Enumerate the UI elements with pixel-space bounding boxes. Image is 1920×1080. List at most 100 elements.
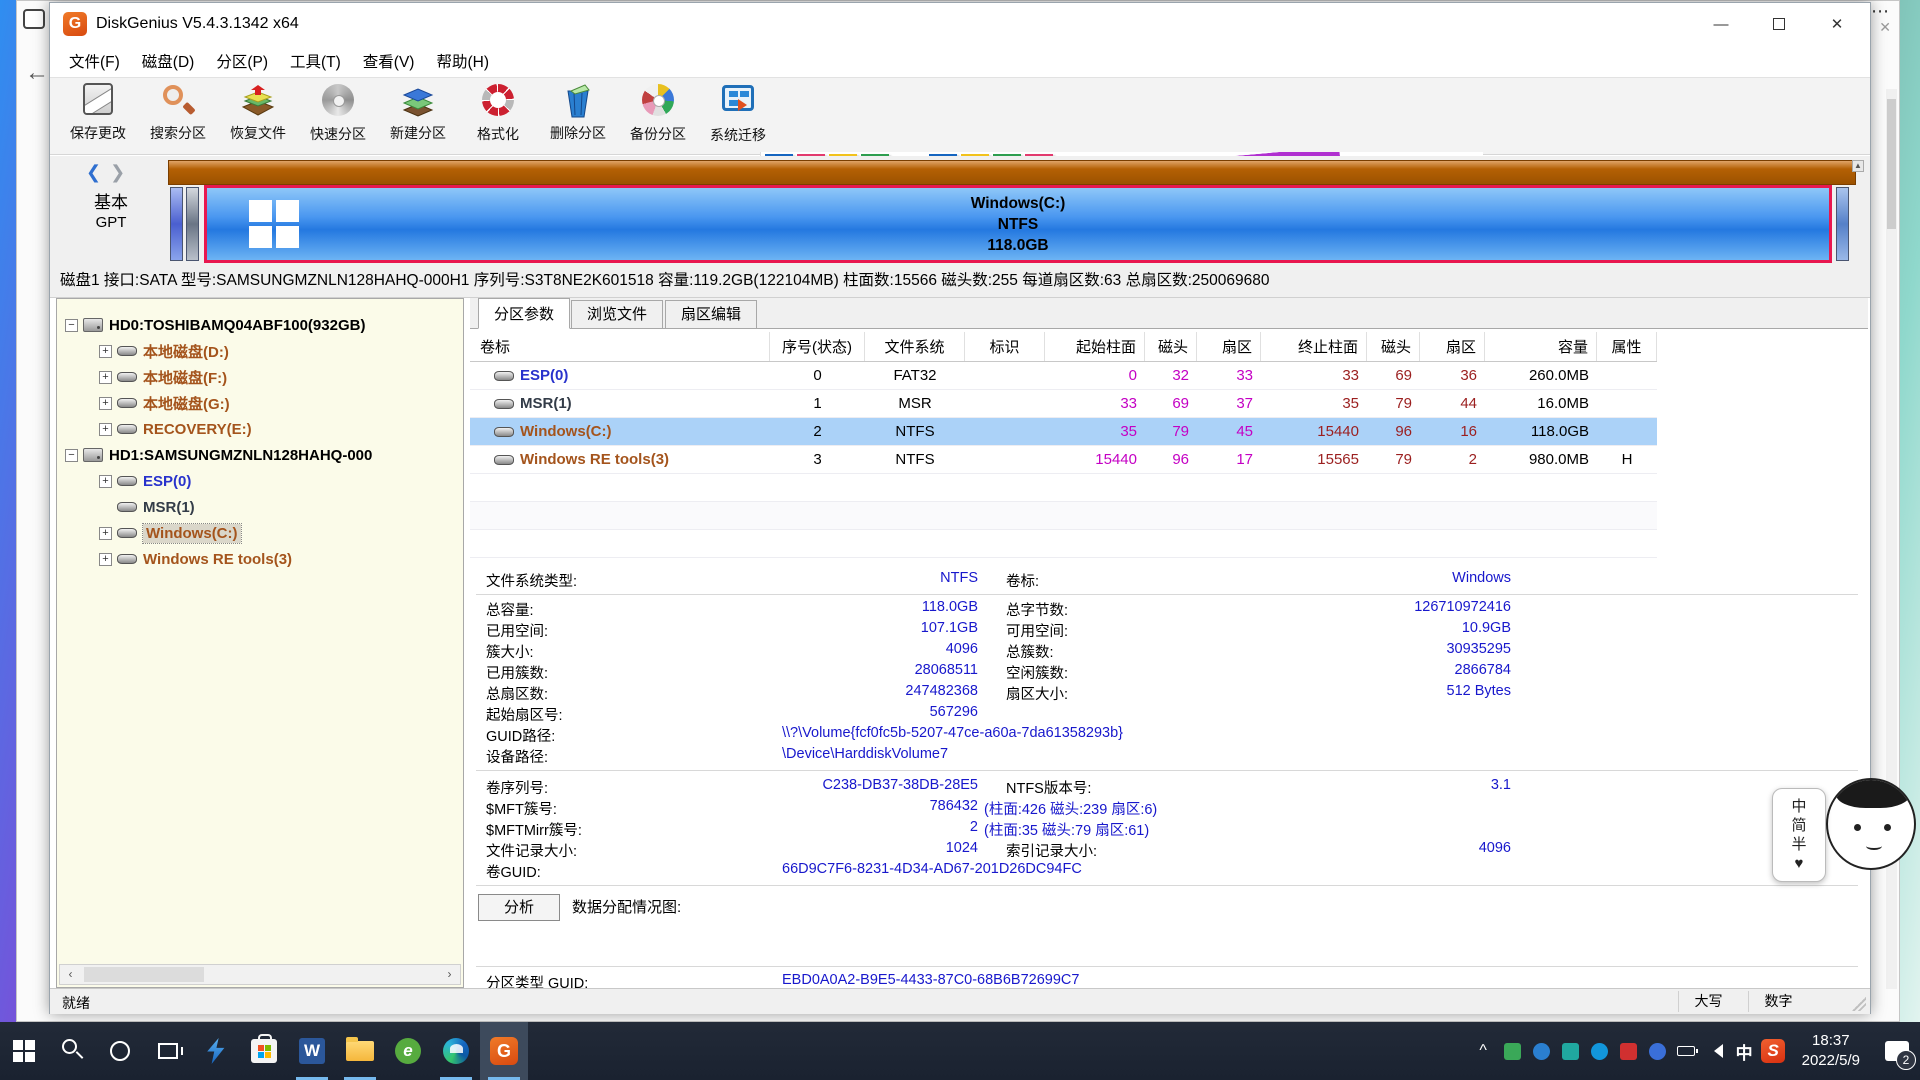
system-migrate-button[interactable]: 系统迁移	[698, 81, 778, 153]
partition-esp-bar[interactable]	[170, 187, 183, 261]
collapse-icon[interactable]: −	[65, 319, 78, 332]
browser-360-app[interactable]: e	[384, 1022, 432, 1080]
disk-scroll-up-icon[interactable]: ▲	[1852, 160, 1864, 172]
edge-app[interactable]	[432, 1022, 480, 1080]
taskbar-clock[interactable]: 18:37 2022/5/9	[1788, 1031, 1874, 1071]
status-caps: 大写	[1678, 991, 1738, 1012]
expand-icon[interactable]: +	[99, 475, 112, 488]
tree-horizontal-scrollbar[interactable]: ‹ ›	[59, 964, 461, 985]
partition-windows-bar[interactable]: Windows(C:) NTFS 118.0GB	[204, 185, 1832, 263]
expand-icon[interactable]: +	[99, 397, 112, 410]
format-button[interactable]: 格式化	[458, 81, 538, 153]
cortana-button[interactable]	[96, 1022, 144, 1080]
disk-next-icon[interactable]: ❯	[110, 162, 125, 182]
delete-partition-button[interactable]: 删除分区	[538, 81, 618, 153]
save-changes-button[interactable]: 保存更改	[58, 81, 138, 153]
scrollbar-thumb[interactable]	[84, 967, 204, 982]
menu-partition[interactable]: 分区(P)	[205, 46, 279, 76]
menu-help[interactable]: 帮助(H)	[425, 46, 500, 76]
edge-icon	[443, 1038, 469, 1064]
start-button[interactable]	[0, 1022, 48, 1080]
partition-icon	[117, 372, 137, 382]
notification-center[interactable]: 2	[1874, 1022, 1920, 1080]
menu-file[interactable]: 文件(F)	[58, 46, 131, 76]
partition-table: 卷标 序号(状态) 文件系统 标识 起始柱面 磁头 扇区 终止柱面 磁头 扇区 …	[470, 332, 1657, 558]
close-button[interactable]: ✕	[1808, 3, 1866, 45]
detail-value: Windows	[1150, 570, 1511, 586]
ime-status-panel[interactable]: 中 简 半 ♥	[1772, 788, 1826, 882]
tree-item-disk-f[interactable]: + 本地磁盘(F:)	[57, 364, 463, 390]
expand-icon[interactable]: +	[99, 371, 112, 384]
status-num: 数字	[1748, 991, 1808, 1012]
disk-strip[interactable]	[168, 160, 1856, 185]
partition-winre-bar[interactable]	[1836, 187, 1849, 261]
quick-partition-button[interactable]: 快速分区	[298, 81, 378, 153]
table-row-esp[interactable]: ESP(0) 0 FAT32 0 32 33 33 69 36 260.0MB	[470, 362, 1657, 390]
taskbar-search[interactable]	[48, 1022, 96, 1080]
tree-item-recovery-e[interactable]: + RECOVERY(E:)	[57, 416, 463, 442]
partition-fs: NTFS	[971, 214, 1066, 235]
tree-item-winre[interactable]: + Windows RE tools(3)	[57, 546, 463, 572]
clock-date: 2022/5/9	[1802, 1051, 1860, 1071]
search-partition-button[interactable]: 搜索分区	[138, 81, 218, 153]
partition-icon	[117, 528, 137, 538]
folder-icon	[346, 1041, 374, 1061]
expand-icon[interactable]: +	[99, 345, 112, 358]
backup-partition-button[interactable]: 备份分区	[618, 81, 698, 153]
browser-close-icon[interactable]: ✕	[1879, 19, 1891, 36]
tree-item-esp[interactable]: + ESP(0)	[57, 468, 463, 494]
browser-tab-icon[interactable]	[23, 9, 45, 29]
window-title: DiskGenius V5.4.3.1342 x64	[96, 3, 299, 45]
expand-icon[interactable]: +	[99, 423, 112, 436]
expand-icon[interactable]: +	[99, 527, 112, 540]
tree-item-hd1[interactable]: − HD1:SAMSUNGMZNLN128HAHQ-000	[57, 442, 463, 468]
table-row-windows-selected[interactable]: Windows(C:) 2 NTFS 35 79 45 15440 96 16 …	[470, 418, 1657, 446]
partition-icon	[494, 399, 514, 409]
tab-sector-edit[interactable]: 扇区编辑	[665, 300, 757, 329]
sogou-icon[interactable]: S	[1759, 1022, 1788, 1080]
file-explorer-app[interactable]	[336, 1022, 384, 1080]
tree-item-disk-d[interactable]: + 本地磁盘(D:)	[57, 338, 463, 364]
ime-indicator[interactable]: 中	[1730, 1022, 1759, 1080]
tray-qq-icon[interactable]	[1585, 1022, 1614, 1080]
tree-item-disk-g[interactable]: + 本地磁盘(G:)	[57, 390, 463, 416]
tree-item-windows-c[interactable]: + Windows(C:)	[57, 520, 463, 546]
recover-files-button[interactable]: 恢复文件	[218, 81, 298, 153]
tab-browse-files[interactable]: 浏览文件	[571, 300, 663, 329]
tray-blue-icon[interactable]	[1527, 1022, 1556, 1080]
collapse-icon[interactable]: −	[65, 449, 78, 462]
menu-disk[interactable]: 磁盘(D)	[131, 46, 206, 76]
expand-icon[interactable]: +	[99, 553, 112, 566]
disk-prev-icon[interactable]: ❮	[86, 162, 101, 182]
menu-tools[interactable]: 工具(T)	[279, 46, 352, 76]
volume-icon[interactable]	[1701, 1022, 1730, 1080]
hidden-icons-chevron[interactable]: ^	[1469, 1022, 1498, 1080]
diskgenius-app[interactable]: G	[480, 1022, 528, 1080]
resize-grip[interactable]	[1852, 997, 1866, 1011]
analyze-button[interactable]: 分析	[478, 894, 560, 921]
cortana-icon	[110, 1041, 130, 1061]
minimize-button[interactable]: —	[1692, 3, 1750, 45]
browser-back-icon[interactable]: ←	[25, 59, 49, 87]
menu-view[interactable]: 查看(V)	[352, 46, 426, 76]
tree-item-msr[interactable]: MSR(1)	[57, 494, 463, 520]
tab-partition-params[interactable]: 分区参数	[478, 298, 570, 329]
tray-green-icon[interactable]	[1498, 1022, 1527, 1080]
battery-icon[interactable]	[1672, 1022, 1701, 1080]
scroll-left-icon[interactable]: ‹	[60, 965, 81, 984]
word-app[interactable]: W	[288, 1022, 336, 1080]
maximize-button[interactable]	[1750, 3, 1808, 45]
task-view-button[interactable]	[144, 1022, 192, 1080]
tree-item-hd0[interactable]: − HD0:TOSHIBAMQ04ABF100(932GB)	[57, 312, 463, 338]
scroll-right-icon[interactable]: ›	[439, 965, 460, 984]
tray-snowflake-icon[interactable]	[1643, 1022, 1672, 1080]
table-row-msr[interactable]: MSR(1) 1 MSR 33 69 37 35 79 44 16.0MB	[470, 390, 1657, 418]
thunder-app[interactable]	[192, 1022, 240, 1080]
tray-red-icon[interactable]	[1614, 1022, 1643, 1080]
table-row-winre[interactable]: Windows RE tools(3) 3 NTFS 15440 96 17 1…	[470, 446, 1657, 474]
partition-msr-bar[interactable]	[186, 187, 199, 261]
recover-files-icon	[239, 83, 277, 121]
tray-teal-icon[interactable]	[1556, 1022, 1585, 1080]
ms-store-app[interactable]	[240, 1022, 288, 1080]
new-partition-button[interactable]: 新建分区	[378, 81, 458, 153]
